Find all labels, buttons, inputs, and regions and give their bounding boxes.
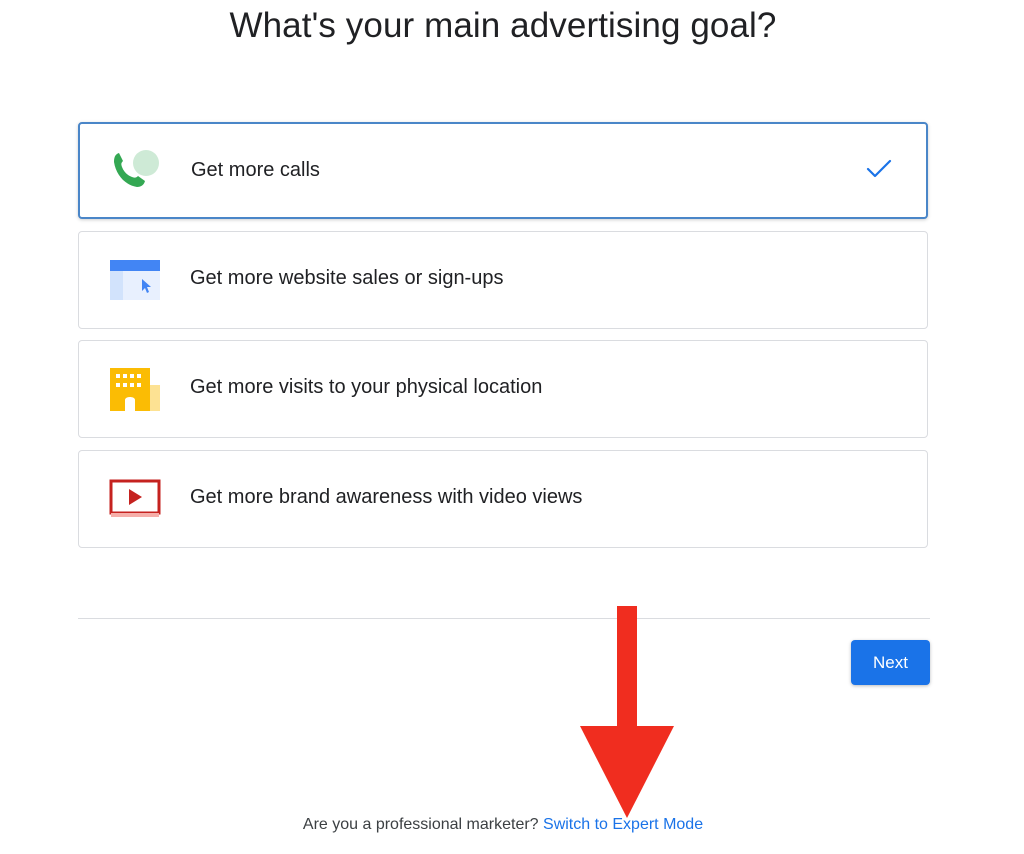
page-title: What's your main advertising goal? (229, 6, 777, 45)
footer: Are you a professional marketer? Switch … (0, 816, 1006, 834)
expert-mode-link[interactable]: Switch to Expert Mode (543, 816, 703, 833)
footer-question: Are you a professional marketer? (302, 816, 539, 833)
checkmark-icon (866, 159, 892, 178)
phone-icon (114, 150, 159, 187)
goal-label: Get more brand awareness with video view… (190, 486, 583, 508)
goal-option-video[interactable]: Get more brand awareness with video view… (78, 450, 928, 548)
divider (78, 618, 930, 619)
goal-label: Get more visits to your physical locatio… (190, 376, 543, 398)
goal-label: Get more website sales or sign-ups (190, 267, 504, 289)
video-play-icon (109, 479, 161, 517)
red-arrow-annotation (580, 606, 674, 818)
goal-option-website[interactable]: Get more website sales or sign-ups (78, 231, 928, 329)
website-icon (110, 260, 160, 300)
goal-option-calls[interactable]: Get more calls (78, 122, 928, 219)
storefront-icon (110, 368, 160, 411)
next-button[interactable]: Next (851, 640, 930, 685)
goal-label: Get more calls (191, 159, 320, 181)
goal-option-location[interactable]: Get more visits to your physical locatio… (78, 340, 928, 438)
